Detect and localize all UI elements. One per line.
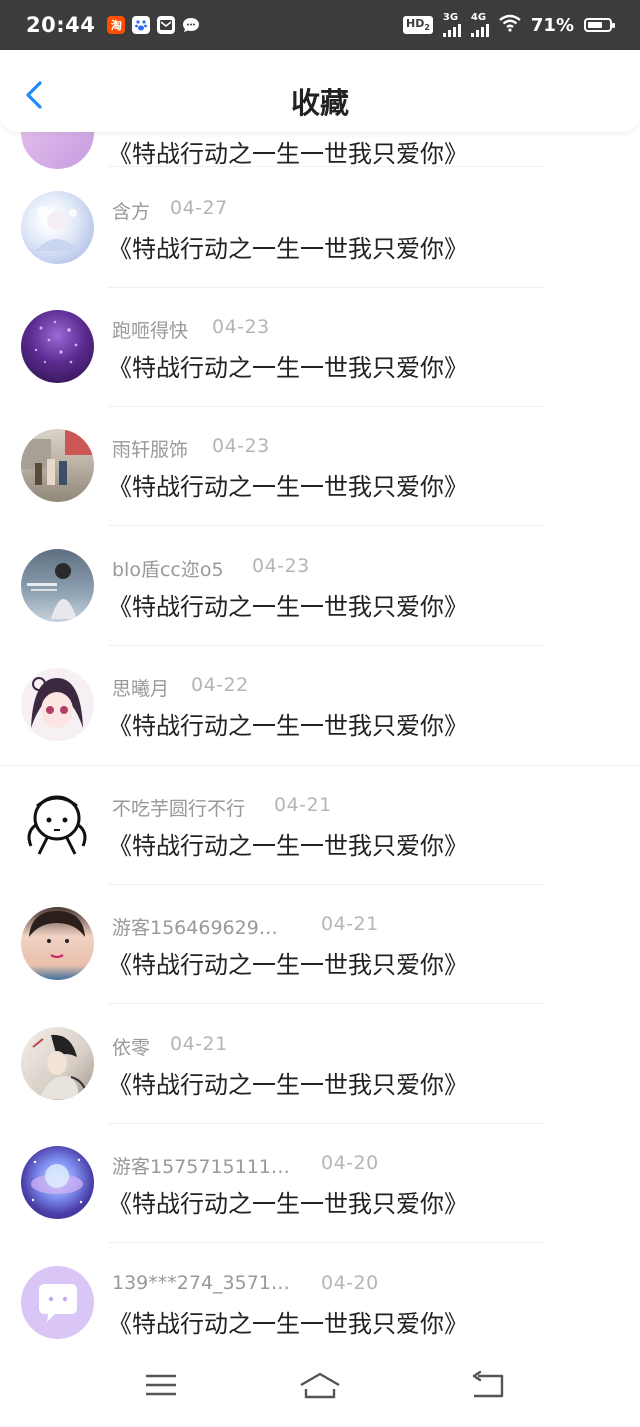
status-bar: 20:44 淘 HD2 3G 4G 71% — [0, 0, 640, 50]
page-title: 收藏 — [290, 86, 349, 120]
divider — [108, 166, 544, 167]
system-nav-bar — [0, 1353, 640, 1427]
username: 含方 — [112, 201, 151, 223]
book-title: 《特战行动之一生一世我只爱你》 — [108, 951, 468, 979]
home-button[interactable] — [298, 1371, 342, 1405]
avatar — [21, 191, 94, 264]
book-title: 《特战行动之一生一世我只爱你》 — [108, 1310, 468, 1338]
list-item[interactable]: 游客156469629… 04-21 《特战行动之一生一世我只爱你》 — [0, 907, 640, 1027]
username: 思曦月 — [112, 678, 170, 700]
book-title: 《特战行动之一生一世我只爱你》 — [108, 473, 468, 501]
wifi-icon — [499, 14, 521, 37]
username: blo盾cc迩o5 — [112, 559, 224, 581]
username: 游客1575715111… — [112, 1156, 290, 1178]
book-title: 《特战行动之一生一世我只爱你》 — [108, 1190, 468, 1218]
menu-button[interactable] — [144, 1371, 178, 1403]
hd-icon: HD2 — [402, 16, 433, 34]
date: 04-22 — [191, 674, 249, 696]
return-icon — [472, 1370, 504, 1398]
list-item[interactable]: 游客1575715111… 04-20 《特战行动之一生一世我只爱你》 — [0, 1146, 640, 1266]
avatar — [21, 668, 94, 741]
book-title: 《特战行动之一生一世我只爱你》 — [108, 712, 468, 740]
divider — [108, 645, 544, 646]
date: 04-23 — [252, 555, 310, 577]
divider — [108, 406, 544, 407]
list-item[interactable]: 雨轩服饰 04-23 《特战行动之一生一世我只爱你》 — [0, 429, 640, 549]
divider — [108, 287, 544, 288]
date: 04-20 — [321, 1272, 379, 1294]
username: 139***274_3571… — [112, 1272, 290, 1294]
username: 雨轩服饰 — [112, 439, 189, 461]
clock: 20:44 — [26, 13, 96, 37]
signal-3g-icon: 3G — [442, 13, 461, 37]
battery-percent: 71% — [530, 14, 574, 36]
baidu-paw-icon — [132, 16, 151, 34]
taobao-icon: 淘 — [107, 16, 126, 34]
list-item[interactable]: blo盾cc迩o5 04-23 《特战行动之一生一世我只爱你》 — [0, 549, 640, 669]
mail-icon — [157, 16, 176, 34]
home-icon — [300, 1372, 340, 1399]
title-bar: 收藏 — [0, 50, 640, 132]
list-item[interactable]: 依零 04-21 《特战行动之一生一世我只爱你》 — [0, 1027, 640, 1147]
list-item[interactable]: 思曦月 04-22 《特战行动之一生一世我只爱你》 — [0, 668, 640, 788]
book-title: 《特战行动之一生一世我只爱你》 — [108, 140, 468, 168]
book-title: 《特战行动之一生一世我只爱你》 — [108, 832, 468, 860]
avatar — [21, 310, 94, 383]
book-title: 《特战行动之一生一世我只爱你》 — [108, 593, 468, 621]
avatar — [21, 1146, 94, 1219]
divider — [108, 1242, 544, 1243]
signal-4g-icon: 4G — [470, 13, 489, 37]
date: 04-21 — [274, 794, 332, 816]
divider — [108, 525, 544, 526]
divider — [108, 1003, 544, 1004]
book-title: 《特战行动之一生一世我只爱你》 — [108, 1071, 468, 1099]
avatar — [21, 788, 94, 861]
username: 跑咂得快 — [112, 320, 189, 342]
divider — [0, 765, 640, 766]
date: 04-21 — [321, 913, 379, 935]
avatar — [21, 549, 94, 622]
book-title: 《特战行动之一生一世我只爱你》 — [108, 354, 468, 382]
username: 游客156469629… — [112, 917, 278, 939]
list-item[interactable]: 跑咂得快 04-23 《特战行动之一生一世我只爱你》 — [0, 310, 640, 430]
avatar — [21, 907, 94, 980]
list-item[interactable]: 含方 04-27 《特战行动之一生一世我只爱你》 — [0, 191, 640, 311]
divider — [108, 884, 544, 885]
avatar — [21, 429, 94, 502]
date: 04-21 — [170, 1033, 228, 1055]
menu-icon — [146, 1374, 176, 1396]
back-nav-button[interactable] — [470, 1370, 506, 1405]
username: 不吃芋圆行不行 — [112, 798, 246, 820]
chat-bubble-icon — [182, 16, 200, 34]
username: 依零 — [112, 1037, 151, 1059]
battery-icon — [584, 18, 615, 32]
date: 04-23 — [212, 435, 270, 457]
date: 04-27 — [170, 197, 228, 219]
date: 04-20 — [321, 1152, 379, 1174]
list-item[interactable]: 不吃芋圆行不行 04-21 《特战行动之一生一世我只爱你》 — [0, 788, 640, 908]
date: 04-23 — [212, 316, 270, 338]
divider — [108, 1123, 544, 1124]
notification-icons: 淘 — [107, 16, 200, 34]
avatar — [21, 1027, 94, 1100]
book-title: 《特战行动之一生一世我只爱你》 — [108, 235, 468, 263]
avatar — [21, 1266, 94, 1339]
